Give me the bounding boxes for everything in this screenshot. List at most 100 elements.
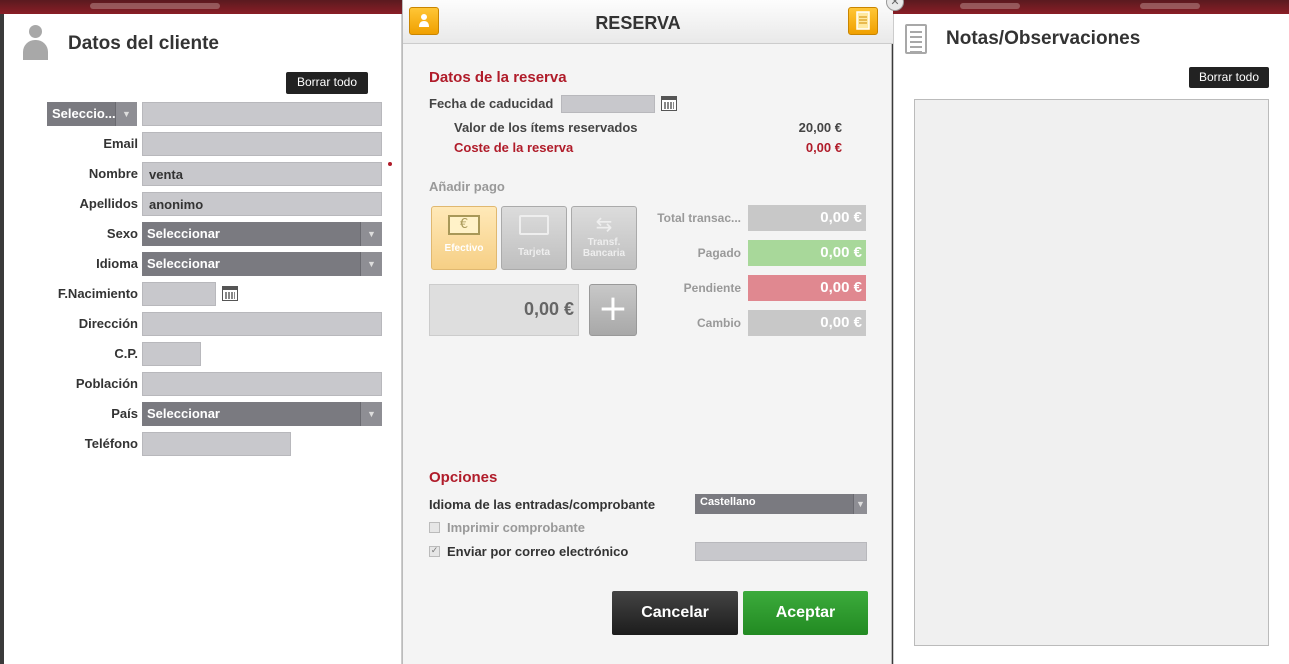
idioma-row: Idioma Seleccionar ▼ <box>4 252 402 276</box>
credit-card-icon <box>519 215 549 235</box>
document-type-value: Seleccio... <box>52 106 116 121</box>
direccion-row: Dirección <box>4 312 402 336</box>
notes-textarea[interactable] <box>914 99 1269 646</box>
card-label: Tarjeta <box>517 247 551 258</box>
items-value-label: Valor de los ítems reservados <box>454 120 638 135</box>
calendar-icon[interactable] <box>222 286 238 301</box>
transfer-payment-button[interactable]: ⇆ Transf. Bancaria <box>571 206 637 270</box>
dialog-header: RESERVA <box>403 0 893 44</box>
expiry-label: Fecha de caducidad <box>429 96 554 111</box>
document-number-field[interactable] <box>142 102 382 126</box>
idioma-select[interactable]: Seleccionar ▼ <box>142 252 382 276</box>
telefono-row: Teléfono <box>4 432 402 456</box>
expiry-date-field[interactable] <box>561 95 655 113</box>
cp-field[interactable] <box>142 342 201 366</box>
options-section-title: Opciones <box>429 469 498 486</box>
sexo-select[interactable]: Seleccionar ▼ <box>142 222 382 246</box>
paid-label: Pagado <box>697 246 741 260</box>
email-send-label: Enviar por correo electrónico <box>447 544 629 559</box>
dialog-title: RESERVA <box>595 13 681 33</box>
reservation-dialog: RESERVA ✕ Datos de la reserva Fecha de c… <box>402 0 904 664</box>
cp-row: C.P. <box>4 342 402 366</box>
pais-label: País <box>111 406 138 421</box>
email-send-field[interactable] <box>695 542 867 561</box>
add-payment-label: Añadir pago <box>429 179 505 194</box>
apellidos-row: Apellidos anonimo <box>4 192 402 216</box>
cash-label: Efectivo <box>444 243 484 254</box>
chevron-down-icon: ▼ <box>115 102 137 126</box>
paid-value: 0,00 € <box>748 240 866 266</box>
print-label: Imprimir comprobante <box>447 520 585 535</box>
telefono-label: Teléfono <box>84 436 138 451</box>
total-label: Total transac... <box>657 211 741 225</box>
pais-select[interactable]: Seleccionar ▼ <box>142 402 382 426</box>
required-indicator <box>388 162 392 166</box>
change-label: Cambio <box>696 316 741 330</box>
telefono-field[interactable] <box>142 432 291 456</box>
language-value: Castellano <box>700 496 756 508</box>
nacimiento-label: F.Nacimiento <box>57 286 138 301</box>
email-field[interactable] <box>142 132 382 156</box>
print-checkbox[interactable] <box>429 522 440 533</box>
pending-label: Pendiente <box>683 281 741 295</box>
idioma-label: Idioma <box>96 256 138 271</box>
person-icon <box>21 25 49 61</box>
apellidos-label: Apellidos <box>79 196 138 211</box>
apellidos-field[interactable]: anonimo <box>142 192 382 216</box>
cancel-button[interactable]: Cancelar <box>612 591 738 635</box>
pais-row: País Seleccionar ▼ <box>4 402 402 426</box>
direccion-label: Dirección <box>78 316 138 331</box>
chevron-down-icon: ▼ <box>360 252 382 276</box>
sexo-label: Sexo <box>106 226 138 241</box>
nacimiento-row: F.Nacimiento <box>4 282 402 306</box>
calendar-icon[interactable] <box>661 96 677 111</box>
document-icon <box>905 24 927 54</box>
document-type-row: Seleccio... ▼ <box>4 102 402 126</box>
document-type-select[interactable]: Seleccio... ▼ <box>47 102 137 126</box>
amount-input[interactable]: 0,00 € <box>429 284 579 336</box>
idioma-value: Seleccionar <box>147 256 220 271</box>
sexo-value: Seleccionar <box>147 226 220 241</box>
notes-button[interactable] <box>848 7 878 35</box>
client-panel-title: Datos del cliente <box>68 33 219 54</box>
items-value: 20,00 € <box>798 120 842 135</box>
document-icon <box>856 11 870 30</box>
total-value: 0,00 € <box>748 205 866 231</box>
poblacion-row: Población <box>4 372 402 396</box>
clear-notes-button[interactable]: Borrar todo <box>1189 67 1269 88</box>
euro-bill-icon: € <box>448 215 480 235</box>
clear-client-button[interactable]: Borrar todo <box>286 72 368 94</box>
pais-value: Seleccionar <box>147 406 220 421</box>
birthdate-field[interactable] <box>142 282 216 306</box>
transfer-label: Transf. Bancaria <box>582 237 626 259</box>
pending-value: 0,00 € <box>748 275 866 301</box>
cost-label: Coste de la reserva <box>454 140 574 155</box>
cost-value: 0,00 € <box>805 140 842 155</box>
nombre-label: Nombre <box>88 166 138 181</box>
card-payment-button[interactable]: Tarjeta <box>501 206 567 270</box>
chevron-down-icon: ▼ <box>360 402 382 426</box>
email-checkbox[interactable]: ✓ <box>429 546 440 557</box>
notes-panel-title: Notas/Observaciones <box>946 28 1141 49</box>
accept-button[interactable]: Aceptar <box>743 591 868 635</box>
client-data-panel: Datos del cliente Borrar todo Seleccio..… <box>4 14 402 664</box>
nombre-row: Nombre venta <box>4 162 402 186</box>
nombre-field[interactable]: venta <box>142 162 382 186</box>
transfer-arrows-icon: ⇆ <box>595 212 613 236</box>
email-label: Email <box>103 136 138 151</box>
language-label: Idioma de las entradas/comprobante <box>429 497 656 512</box>
cp-label: C.P. <box>114 346 138 361</box>
notes-panel: Notas/Observaciones Borrar todo <box>893 14 1289 664</box>
cash-payment-button[interactable]: € Efectivo <box>431 206 497 270</box>
change-value: 0,00 € <box>748 310 866 336</box>
language-select[interactable]: Castellano ▼ <box>695 494 867 514</box>
chevron-down-icon: ▼ <box>360 222 382 246</box>
reservation-section-title: Datos de la reserva <box>429 69 567 86</box>
poblacion-label: Población <box>75 376 138 391</box>
email-row: Email <box>4 132 402 156</box>
direccion-field[interactable] <box>142 312 382 336</box>
sexo-row: Sexo Seleccionar ▼ <box>4 222 402 246</box>
poblacion-field[interactable] <box>142 372 382 396</box>
add-payment-button[interactable]: + <box>589 284 637 336</box>
chevron-down-icon: ▼ <box>853 494 867 514</box>
